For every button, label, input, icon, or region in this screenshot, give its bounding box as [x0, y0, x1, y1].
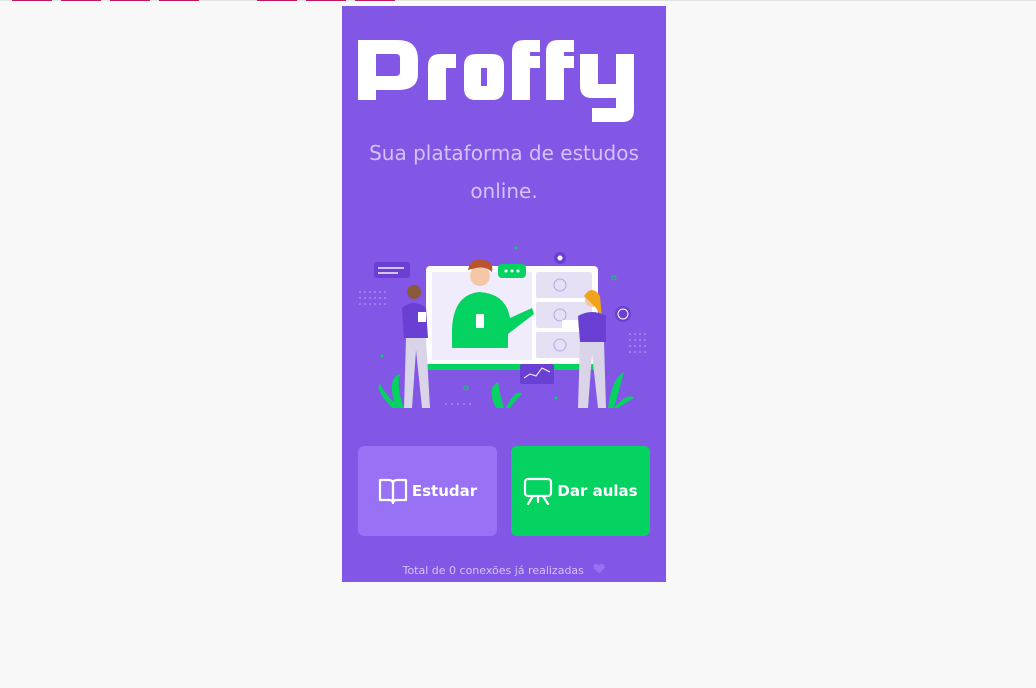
study-button[interactable]: Estudar [358, 446, 497, 536]
teach-button[interactable]: Dar aulas [511, 446, 650, 536]
teach-button-label: Dar aulas [557, 482, 638, 500]
action-buttons: Estudar Dar aulas [358, 446, 650, 536]
landing-page: Sua plataforma de estudos online. Estuda… [342, 6, 666, 582]
hero-illustration [356, 238, 652, 414]
heart-icon [593, 562, 606, 580]
tagline: Sua plataforma de estudos online. [369, 141, 639, 203]
top-edge-marks [0, 0, 1036, 2]
connections-text: Total de 0 conexões já realizadas [402, 564, 584, 577]
presentation-board-icon [523, 477, 553, 505]
connections-counter: Total de 0 conexões já realizadas [342, 562, 666, 580]
study-button-label: Estudar [411, 482, 478, 500]
proffy-logo [358, 32, 654, 128]
book-icon [378, 477, 408, 505]
